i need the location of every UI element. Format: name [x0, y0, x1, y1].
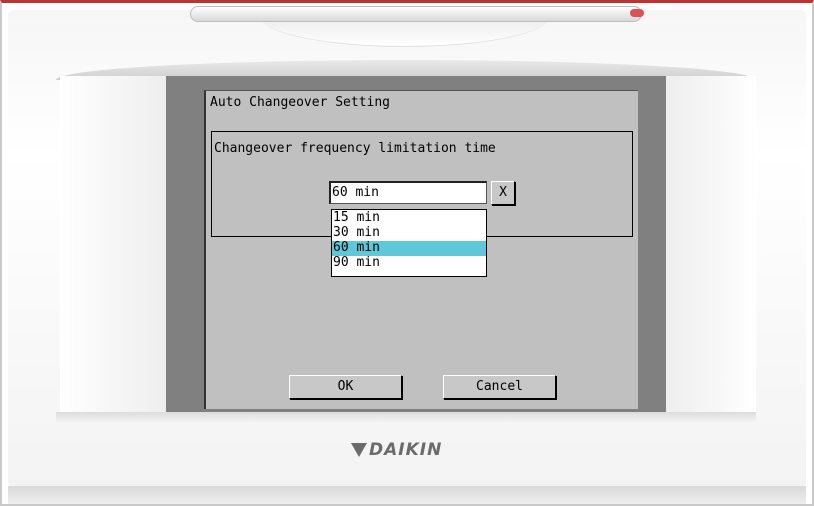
option-90-min[interactable]: 90 min [332, 256, 486, 271]
dropdown-list: 15 min 30 min 60 min 90 min [331, 209, 487, 277]
bezel-bottom-strip [56, 412, 756, 422]
limitation-time-select[interactable]: 60 min [329, 181, 487, 204]
cancel-button[interactable]: Cancel [443, 375, 556, 399]
stylus [190, 6, 642, 22]
option-15-min[interactable]: 15 min [332, 211, 486, 226]
dropdown-close-button[interactable]: X [491, 181, 515, 205]
stylus-tip [630, 9, 644, 17]
dialog-title: Auto Changeover Setting [210, 95, 391, 110]
device-base [8, 486, 806, 504]
ok-button[interactable]: OK [289, 375, 402, 399]
device-side-panel-left [60, 76, 166, 416]
logo-text: DAIKIN [369, 440, 443, 460]
touch-screen: Auto Changeover Setting Changeover frequ… [204, 90, 638, 409]
group-label: Changeover frequency limitation time [214, 141, 496, 156]
daikin-logo-mark-icon [351, 443, 367, 457]
device-side-panel-right [666, 76, 756, 416]
option-60-min[interactable]: 60 min [332, 241, 486, 256]
daikin-logo: DAIKIN [351, 437, 442, 463]
option-30-min[interactable]: 30 min [332, 226, 486, 241]
